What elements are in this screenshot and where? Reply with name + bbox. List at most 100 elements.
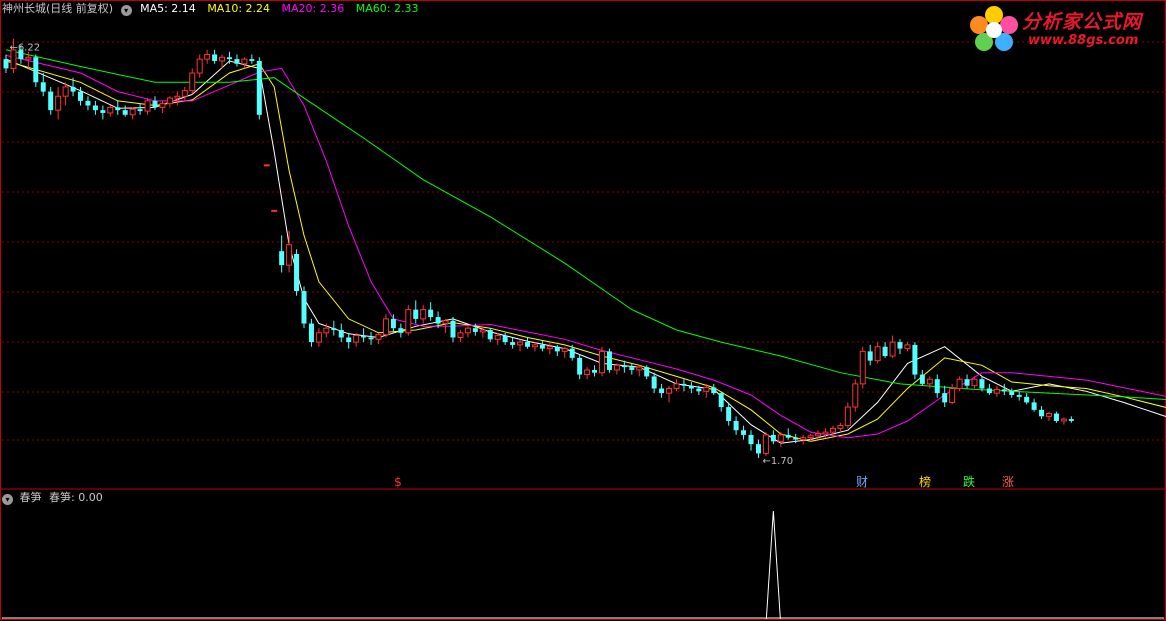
- candle-body: [279, 251, 285, 266]
- candle-body: [844, 406, 851, 427]
- candle-body: [755, 444, 761, 454]
- chart-frame: [0, 0, 1166, 620]
- flower-logo-icon: [970, 6, 1018, 51]
- candle-body: [688, 385, 694, 389]
- logo-url: www.88gs.com: [1028, 33, 1139, 48]
- candle-body: [189, 72, 196, 92]
- candle-101: [755, 439, 761, 459]
- candle-body: [874, 346, 881, 362]
- candle-137: [1024, 393, 1030, 405]
- candle-92: [688, 382, 694, 394]
- candle-69: [517, 339, 524, 352]
- event-badge-2: 榜: [919, 474, 931, 489]
- candle-body: [785, 434, 791, 438]
- candle-42: [315, 328, 322, 347]
- candle-body: [979, 379, 985, 389]
- candle-body: [971, 378, 978, 387]
- candle-body: [822, 431, 829, 435]
- main-header: 神州长城(日线 前复权) ▾ MA5: 2.14 MA10: 2.24 MA20…: [2, 2, 418, 16]
- candle-36: [271, 209, 278, 212]
- candle-139: [1039, 406, 1045, 420]
- indicator-title: 春笋: [19, 491, 42, 504]
- ma60-label: MA60: 2.33: [355, 2, 419, 15]
- candle-body: [435, 317, 441, 324]
- candle-body: [807, 435, 814, 439]
- candle-body: [241, 58, 248, 65]
- candle-body: [55, 95, 62, 111]
- candle-117: [874, 342, 881, 364]
- candlestick-chart[interactable]: $ 财 榜 跌 涨 ←6.22 ←1.70: [0, 0, 1166, 621]
- candle-116: [867, 344, 873, 366]
- candle-23: [174, 91, 181, 106]
- candle-body: [815, 433, 822, 437]
- candle-11: [85, 96, 91, 111]
- candle-body: [62, 86, 69, 97]
- candle-body: [361, 335, 367, 338]
- candle-79: [592, 365, 598, 377]
- settings-circle-icon[interactable]: ▾: [120, 5, 132, 16]
- candle-113: [844, 402, 851, 429]
- candle-body: [569, 348, 575, 358]
- candle-body: [748, 434, 754, 445]
- candle-77: [577, 354, 583, 380]
- candle-body: [762, 434, 769, 454]
- candle-body: [592, 369, 598, 373]
- candle-132: [986, 383, 992, 395]
- event-badge-1: 财: [856, 475, 868, 489]
- indicator-menu-icon[interactable]: ▾: [2, 494, 13, 505]
- candle-body: [301, 291, 307, 324]
- candle-body: [793, 437, 799, 440]
- candle-50: [375, 332, 382, 344]
- candle-body: [554, 346, 560, 352]
- candle-body: [546, 346, 553, 350]
- candle-96: [718, 391, 724, 412]
- candle-134: [1001, 383, 1007, 395]
- candle-body: [204, 53, 211, 60]
- candle-22: [166, 96, 173, 108]
- candle-99: [741, 425, 747, 440]
- candle-body: [472, 328, 478, 332]
- candle-body: [368, 337, 374, 340]
- candle-84: [629, 363, 635, 375]
- candle-89: [666, 385, 673, 403]
- event-badge-4: 涨: [1002, 474, 1014, 489]
- candle-body: [382, 318, 389, 336]
- candle-body: [681, 383, 687, 386]
- candle-91: [681, 379, 687, 392]
- candle-126: [942, 385, 948, 408]
- candle-115: [859, 346, 866, 389]
- candle-5: [40, 73, 46, 97]
- ma5-label: MA5: 2.14: [140, 2, 196, 15]
- candle-body: [741, 430, 747, 435]
- candle-17: [129, 107, 136, 120]
- candle-body: [1009, 391, 1015, 395]
- candle-18: [137, 103, 143, 115]
- candle-body: [733, 420, 739, 431]
- candle-33: [249, 54, 255, 64]
- candle-95: [711, 383, 717, 395]
- candle-body: [644, 367, 650, 377]
- candle-56: [420, 304, 427, 324]
- ma20-label: MA20: 2.36: [281, 2, 345, 15]
- candle-119: [889, 335, 896, 358]
- candle-73: [546, 342, 553, 355]
- logo-name: 分析家公式网: [1022, 11, 1143, 33]
- stock-title: 神州长城(日线 前复权): [2, 2, 114, 15]
- candle-body: [315, 332, 322, 343]
- candle-body: [256, 60, 262, 115]
- candle-39: [294, 249, 300, 296]
- candle-81: [606, 348, 612, 373]
- candle-98: [733, 416, 739, 435]
- candle-78: [584, 367, 591, 380]
- candle-body: [420, 309, 427, 320]
- candle-body: [718, 393, 724, 408]
- candle-body: [375, 334, 382, 340]
- candle-body: [263, 164, 270, 167]
- candle-body: [428, 309, 434, 318]
- candle-82: [613, 363, 620, 375]
- candle-body: [137, 109, 143, 112]
- candle-85: [636, 365, 643, 377]
- candle-52: [390, 314, 396, 333]
- candle-body: [956, 378, 963, 389]
- candle-body: [897, 342, 903, 349]
